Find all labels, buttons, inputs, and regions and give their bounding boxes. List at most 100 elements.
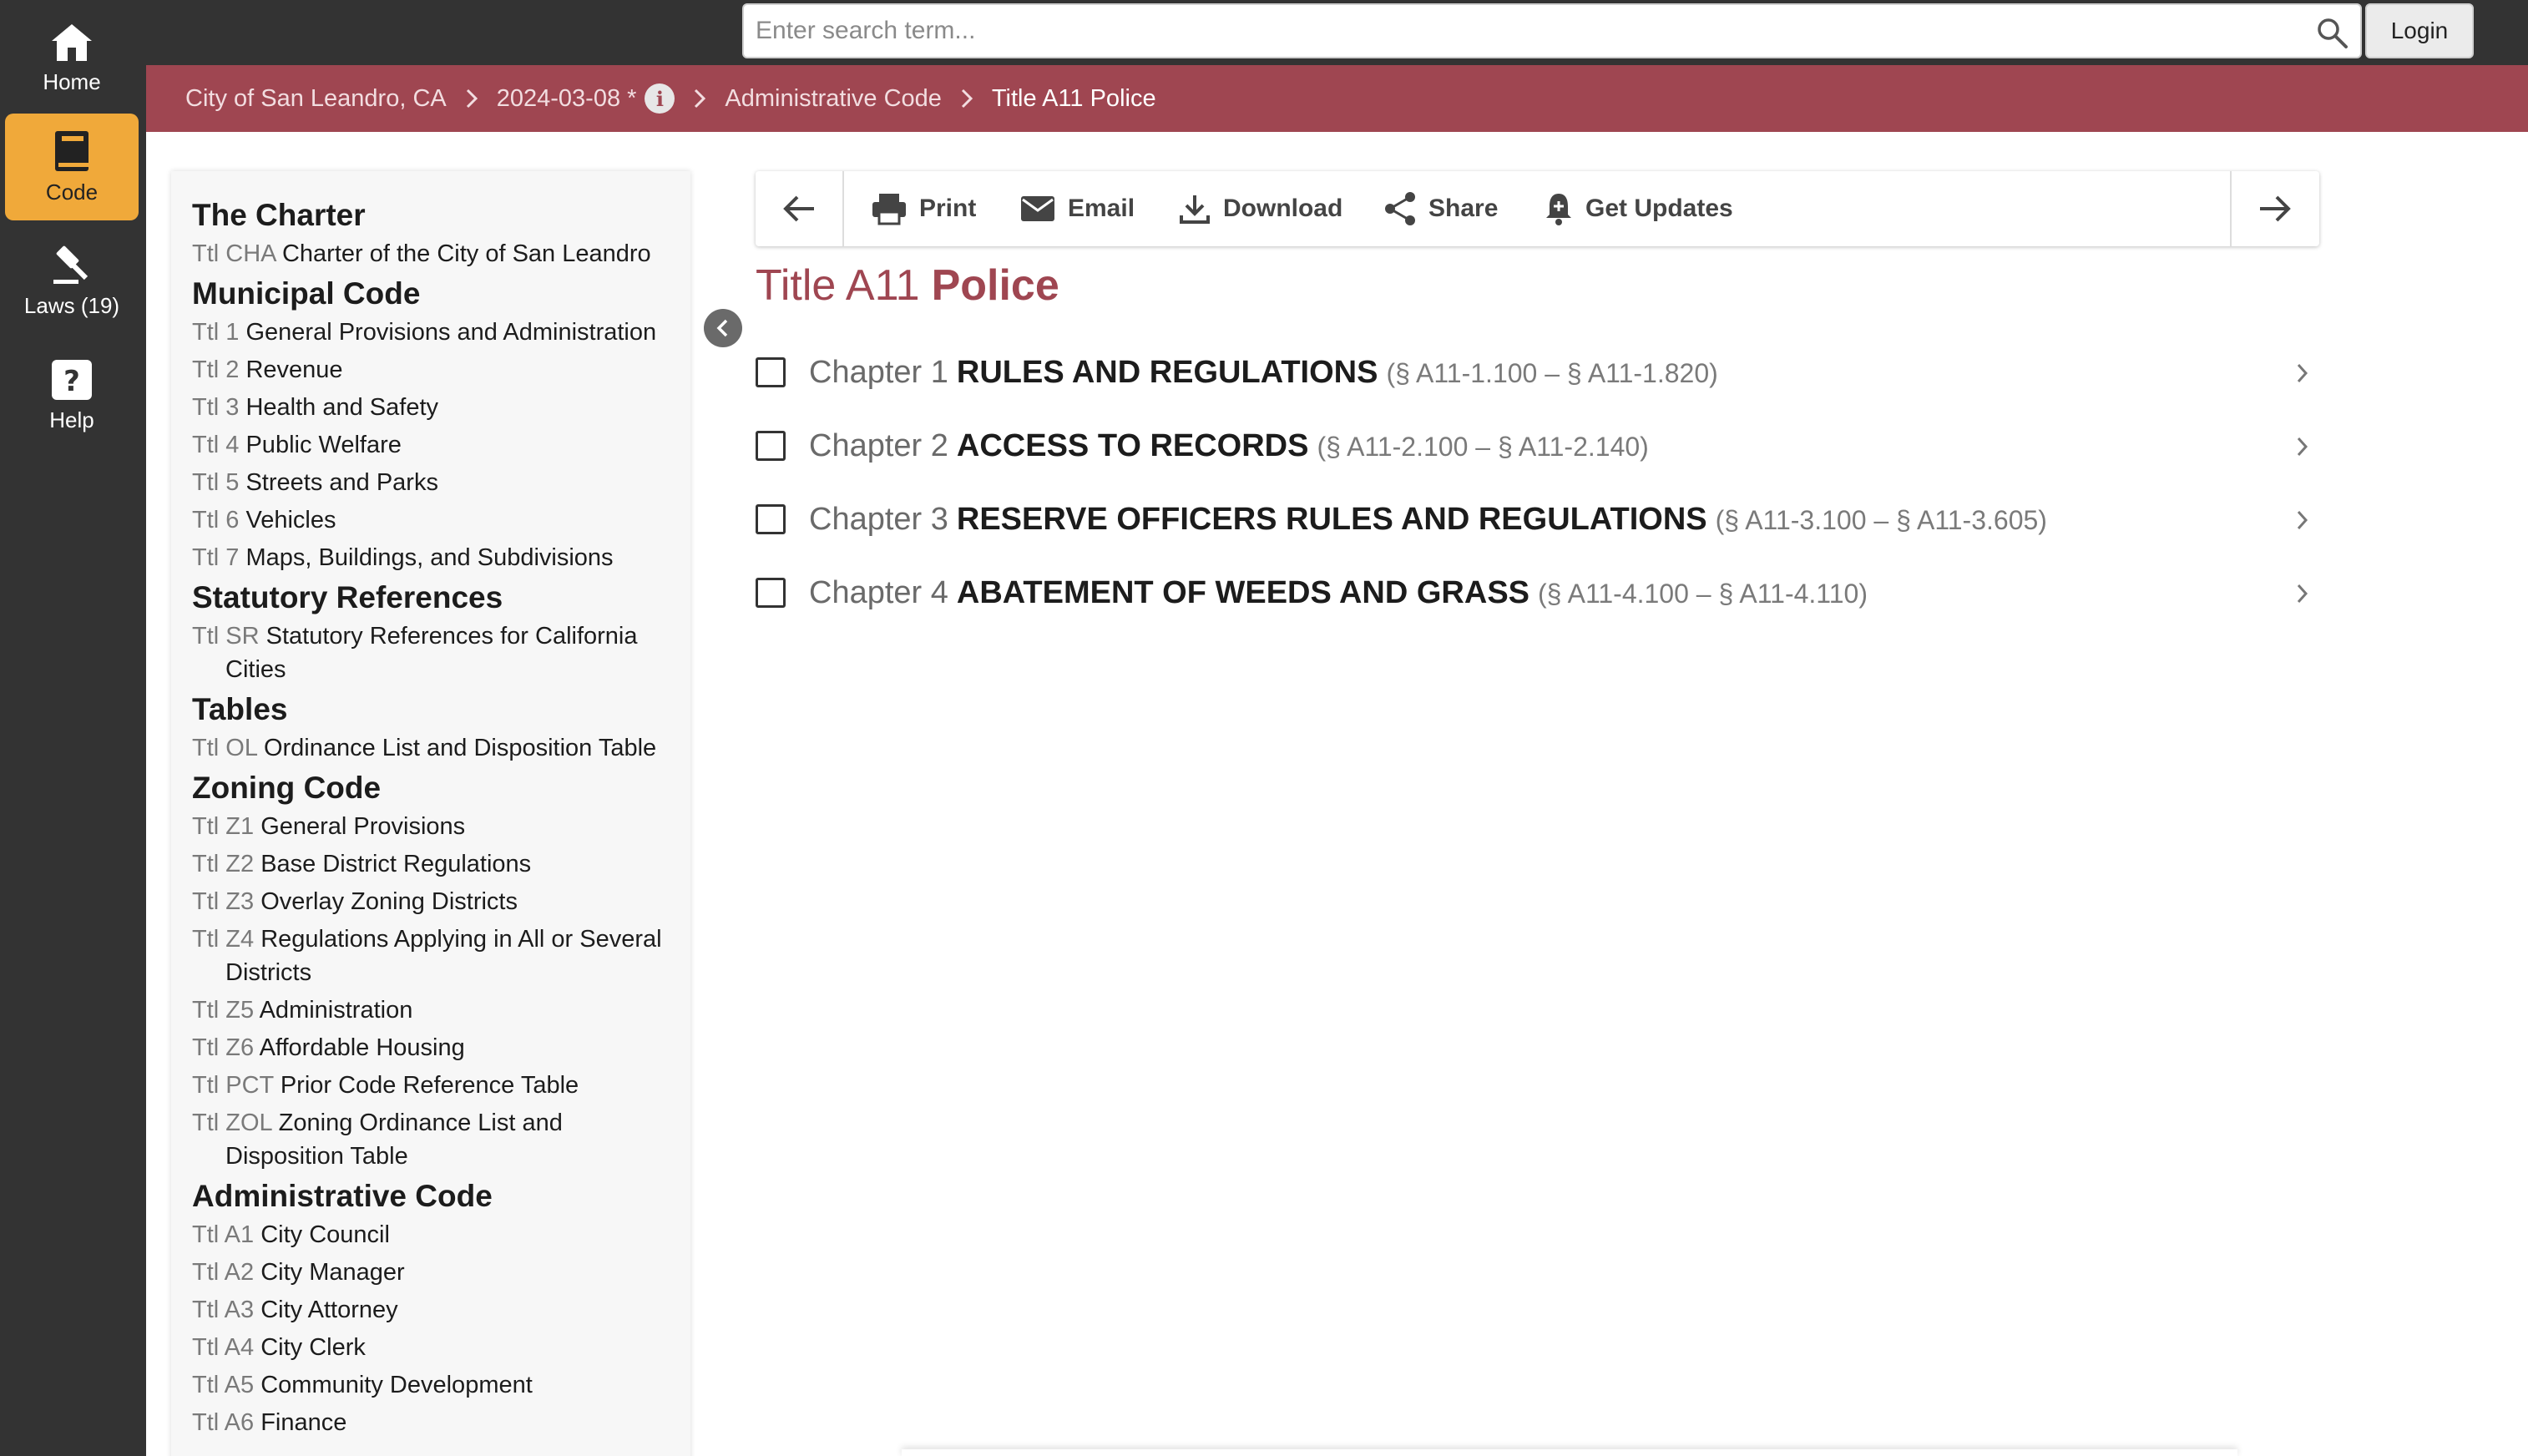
toc-item[interactable]: Ttl 1 General Provisions and Administrat… (192, 316, 676, 349)
toc-item-num: Ttl OL (192, 735, 257, 761)
toc-item-name: Base District Regulations (260, 851, 532, 877)
toc-item[interactable]: Ttl 3 Health and Safety (192, 391, 676, 424)
toc-item[interactable]: Ttl A2 City Manager (192, 1256, 676, 1289)
toc-item-num: Ttl A4 (192, 1334, 255, 1361)
chapter-link[interactable]: Chapter 1 RULES AND REGULATIONS (§ A11-1.1… (809, 355, 1718, 391)
toc-item[interactable]: Ttl SR Statutory References for Californ… (192, 619, 676, 686)
rail-item-home[interactable]: Home (5, 5, 139, 112)
search-input[interactable] (744, 5, 2297, 57)
toc-item[interactable]: Ttl CHA Charter of the City of San Leand… (192, 237, 676, 270)
toc-group-title[interactable]: The Charter (192, 196, 690, 235)
toc-item-name: Revenue (245, 356, 343, 383)
rail-item-code[interactable]: Code (5, 114, 139, 220)
chapter-row[interactable]: Chapter 1 RULES AND REGULATIONS (§ A11-1.1… (756, 343, 2319, 402)
chapter-checkbox[interactable] (756, 504, 786, 534)
content-toolbar: Print Email Download Share Get Updates (756, 171, 2319, 246)
rail-item-help[interactable]: ? Help (5, 342, 139, 449)
chapter-checkbox[interactable] (756, 578, 786, 608)
chevron-right-icon (693, 88, 706, 109)
chapter-row[interactable]: Chapter 2 ACCESS TO RECORDS (§ A11-2.100 –… (756, 417, 2319, 475)
toc-group-title[interactable]: Zoning Code (192, 769, 690, 807)
print-button[interactable]: Print (871, 171, 976, 246)
toc-group-title[interactable]: Administrative Code (192, 1177, 690, 1216)
toc-item[interactable]: Ttl PCT Prior Code Reference Table (192, 1069, 676, 1102)
chapter-checkbox[interactable] (756, 357, 786, 387)
chevron-right-icon (960, 88, 973, 109)
toc-item-name: General Provisions and Administration (245, 319, 657, 346)
chapter-row[interactable]: Chapter 3 RESERVE OFFICERS RULES AND REGU… (756, 490, 2319, 549)
toc-item-name: Streets and Parks (245, 469, 438, 496)
toc-item[interactable]: Ttl Z5 Administration (192, 993, 676, 1027)
toolbar-divider (2230, 171, 2232, 246)
download-button[interactable]: Download (1178, 171, 1342, 246)
toc-item[interactable]: Ttl 7 Maps, Buildings, and Subdivisions (192, 541, 676, 574)
chapter-checkbox[interactable] (756, 431, 786, 461)
toc-item[interactable]: Ttl Z2 Base District Regulations (192, 847, 676, 881)
rail-item-laws[interactable]: Laws (19) (5, 227, 139, 334)
toc-item[interactable]: Ttl Z3 Overlay Zoning Districts (192, 885, 676, 918)
toc-group: The Charter Ttl CHA Charter of the City … (192, 196, 690, 270)
toc-item-name: City Manager (260, 1259, 405, 1286)
chapter-link[interactable]: Chapter 4 ABATEMENT OF WEEDS AND GRASS (§ … (809, 575, 1868, 611)
toc-item-num: Ttl 2 (192, 356, 240, 383)
toc-item[interactable]: Ttl ZOL Zoning Ordinance List and Dispos… (192, 1106, 676, 1173)
toc-group-title[interactable]: Municipal Code (192, 275, 690, 313)
toc-item[interactable]: Ttl A5 Community Development (192, 1368, 676, 1402)
login-button[interactable]: Login (2365, 3, 2474, 58)
breadcrumb-item-admin-code[interactable]: Administrative Code (725, 85, 942, 113)
toc-item-num: Ttl SR (192, 623, 260, 650)
chapter-link[interactable]: Chapter 3 RESERVE OFFICERS RULES AND REGU… (809, 502, 2047, 538)
toc-item-name: Charter of the City of San Leandro (281, 240, 651, 267)
info-icon[interactable]: i (645, 83, 675, 114)
toc-item-name: General Provisions (260, 813, 466, 840)
toc-item[interactable]: Ttl A6 Finance (192, 1406, 676, 1439)
chevron-right-icon[interactable] (2296, 435, 2309, 458)
share-icon (1385, 192, 1415, 225)
toc-item[interactable]: Ttl OL Ordinance List and Disposition Ta… (192, 731, 676, 765)
toc-item-name: Vehicles (245, 507, 336, 533)
toc-item-num: Ttl Z5 (192, 997, 255, 1024)
email-button[interactable]: Email (1019, 171, 1135, 246)
left-rail: Home Code Laws (19) ? Help (0, 0, 146, 1456)
toolbar-divider (842, 171, 844, 246)
toc-item[interactable]: Ttl A4 City Clerk (192, 1331, 676, 1364)
search-icon[interactable] (2315, 16, 2349, 49)
chapter-row[interactable]: Chapter 4 ABATEMENT OF WEEDS AND GRASS (§ … (756, 564, 2319, 622)
toc-item[interactable]: Ttl 2 Revenue (192, 353, 676, 387)
toc-item-num: Ttl A6 (192, 1409, 255, 1436)
toc-item[interactable]: Ttl A3 City Attorney (192, 1293, 676, 1327)
chevron-right-icon[interactable] (2296, 508, 2309, 532)
chevron-right-icon[interactable] (2296, 582, 2309, 605)
toc-item-num: Ttl PCT (192, 1072, 274, 1099)
toc-item[interactable]: Ttl 4 Public Welfare (192, 428, 676, 462)
toc-item-num: Ttl Z2 (192, 851, 255, 877)
toc-item-name: City Clerk (260, 1334, 366, 1361)
toc-item-num: Ttl Z4 (192, 926, 255, 953)
toc-item[interactable]: Ttl Z1 General Provisions (192, 810, 676, 843)
breadcrumb-item-city[interactable]: City of San Leandro, CA (185, 85, 447, 113)
next-button[interactable] (2257, 171, 2305, 246)
toc-item-name: Public Welfare (245, 432, 402, 458)
collapse-toc-button[interactable] (704, 309, 742, 347)
toc-item-num: Ttl Z3 (192, 888, 255, 915)
previous-button[interactable] (781, 171, 829, 246)
toc-group-title[interactable]: Statutory References (192, 579, 690, 617)
toc-group-title[interactable]: Tables (192, 690, 690, 729)
toc-item-name: Prior Code Reference Table (280, 1072, 579, 1099)
chapter-link[interactable]: Chapter 2 ACCESS TO RECORDS (§ A11-2.100 –… (809, 428, 1649, 464)
breadcrumb-item-version[interactable]: 2024-03-08 * (497, 85, 637, 113)
chapter-range: (§ A11-2.100 – § A11-2.140) (1317, 431, 1649, 462)
chapter-name: RULES AND REGULATIONS (956, 354, 1378, 390)
book-icon (55, 130, 88, 171)
toc-item[interactable]: Ttl Z6 Affordable Housing (192, 1031, 676, 1064)
toc-item[interactable]: Ttl 6 Vehicles (192, 503, 676, 537)
chapter-range: (§ A11-3.100 – § A11-3.605) (1715, 504, 2047, 535)
help-icon: ? (52, 359, 92, 400)
share-button[interactable]: Share (1383, 171, 1498, 246)
chevron-right-icon[interactable] (2296, 361, 2309, 385)
toc-item[interactable]: Ttl 5 Streets and Parks (192, 466, 676, 499)
gavel-icon (53, 245, 88, 284)
get-updates-button[interactable]: Get Updates (1544, 171, 1733, 246)
toc-item[interactable]: Ttl Z4 Regulations Applying in All or Se… (192, 923, 676, 989)
toc-item[interactable]: Ttl A1 City Council (192, 1218, 676, 1251)
